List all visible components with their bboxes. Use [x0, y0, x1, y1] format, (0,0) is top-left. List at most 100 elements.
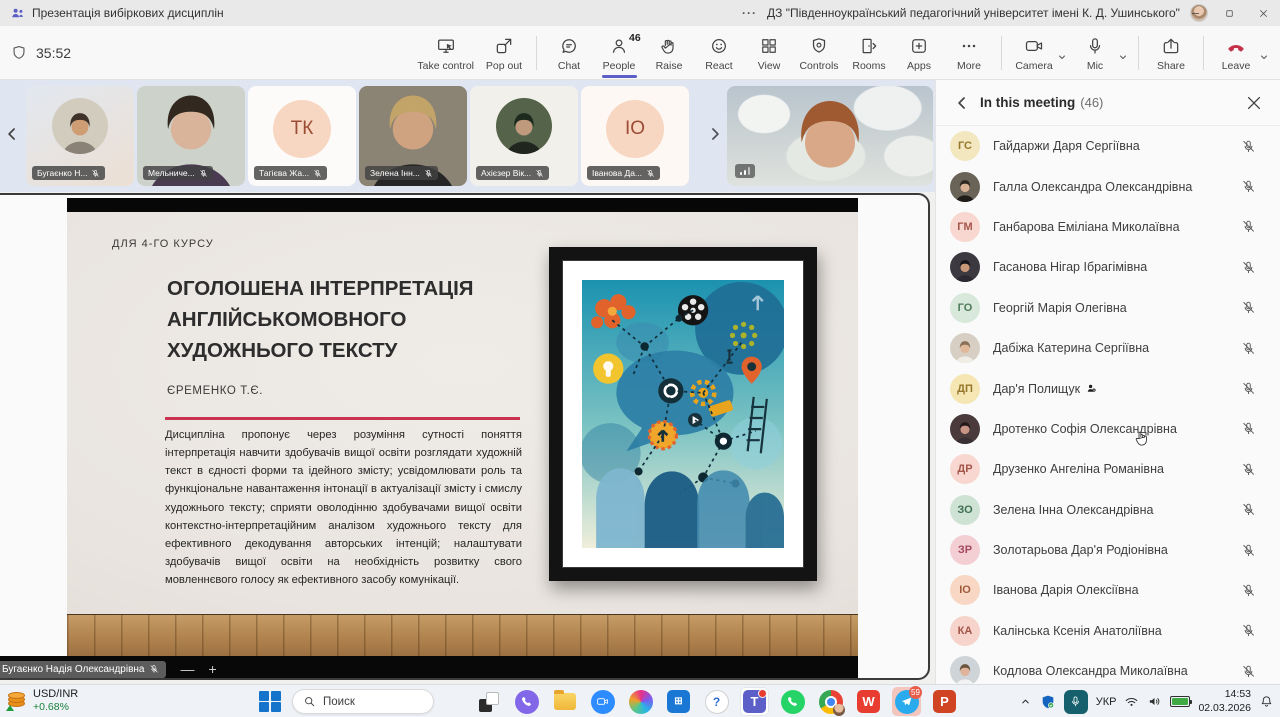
participant-list: ГС Гайдаржи Даря Сергіївна Галла Олексан… [936, 126, 1280, 684]
video-tile[interactable]: Бугаєнко Н... [26, 86, 134, 186]
widget-pair: USD/INR [33, 688, 78, 701]
mic-muted-icon [1241, 462, 1256, 477]
video-tile[interactable]: ІО Іванова Да... [581, 86, 689, 186]
active-speaker-video[interactable] [727, 86, 933, 186]
presenter-name-label: Бугаєнко Надія Олександрівна [0, 661, 166, 678]
video-tile[interactable]: Ахієзер Вік... [470, 86, 578, 186]
toolbar-button-chat[interactable]: Chat [544, 26, 594, 80]
participant-row[interactable]: Гасанова Нігар Ібрагімівна [936, 247, 1280, 287]
strip-scroll-left-icon[interactable] [2, 124, 22, 144]
taskbar-app-whatsapp[interactable] [778, 687, 807, 716]
start-button[interactable] [258, 690, 282, 714]
presentation-slide: ДЛЯ 4-ГО КУРСУ ОГОЛОШЕНА ІНТЕРПРЕТАЦІЯ А… [67, 198, 858, 656]
notification-dot [758, 689, 767, 698]
zoom-out-button[interactable]: — [180, 662, 194, 676]
mic-muted-icon [313, 169, 322, 178]
toolbar-button-share[interactable]: Share [1146, 26, 1196, 80]
zoom-in-button[interactable]: + [208, 662, 216, 676]
participant-photo-avatar [950, 252, 980, 282]
language-indicator[interactable]: УКР [1096, 696, 1117, 708]
tray-mic-button[interactable] [1064, 690, 1088, 714]
speaker-icon[interactable] [1147, 694, 1162, 709]
toolbar-button-pop-out[interactable]: Pop out [479, 26, 529, 80]
taskbar-app-viber[interactable] [512, 687, 541, 716]
windows-taskbar: USD/INR +0.68% Поиск [0, 684, 1280, 717]
taskbar-app-copilot[interactable] [626, 687, 655, 716]
taskbar-clock[interactable]: 14:53 02.03.2026 [1198, 688, 1251, 715]
person-silhouette [950, 172, 980, 202]
minimize-button[interactable] [1178, 0, 1212, 26]
toolbar-divider [536, 36, 537, 70]
notifications-bell-icon[interactable] [1259, 694, 1274, 709]
participant-row[interactable]: Кодлова Олександра Миколаївна [936, 651, 1280, 684]
shared-screen-viewport[interactable]: ДЛЯ 4-ГО КУРСУ ОГОЛОШЕНА ІНТЕРПРЕТАЦІЯ А… [0, 193, 930, 680]
taskbar-app-teams[interactable]: T [740, 687, 769, 716]
participant-row[interactable]: ГМ Ганбарова Еміліана Миколаївна [936, 207, 1280, 247]
mic-muted-icon [1241, 421, 1256, 436]
participant-row[interactable]: КА Калінська Ксенія Анатоліївна [936, 611, 1280, 651]
toolbar-button-rooms[interactable]: Rooms [844, 26, 894, 80]
participant-row[interactable]: ЗО Зелена Інна Олександрівна [936, 490, 1280, 530]
communication-illustration [582, 280, 784, 548]
participant-initials-avatar: ІО [950, 575, 980, 605]
participant-row[interactable]: ГС Гайдаржи Даря Сергіївна [936, 126, 1280, 166]
toolbar-button-camera[interactable]: Camera [1009, 26, 1059, 80]
strip-scroll-right-icon[interactable] [705, 124, 725, 144]
hidden-icons-chevron[interactable] [1019, 695, 1032, 708]
share-stage: ДЛЯ 4-ГО КУРСУ ОГОЛОШЕНА ІНТЕРПРЕТАЦІЯ А… [0, 192, 935, 684]
video-tile[interactable]: ТК Тагієва Жа... [248, 86, 356, 186]
taskbar-app-store[interactable]: ⊞ [664, 687, 693, 716]
video-tile[interactable]: Мельниче... [137, 86, 245, 186]
toolbar-button-take-control[interactable]: Take control [412, 26, 479, 80]
taskbar-app-telegram[interactable]: 59 [892, 687, 921, 716]
person-silhouette [950, 414, 980, 444]
toolbar-button-controls[interactable]: Controls [794, 26, 844, 80]
participant-row[interactable]: Галла Олександра Олександрівна [936, 166, 1280, 206]
panel-close-icon[interactable] [1244, 93, 1264, 113]
tile-name-label: Зелена Інн... [365, 166, 438, 180]
taskbar-widget[interactable]: USD/INR +0.68% [6, 688, 78, 714]
person-silhouette [52, 98, 108, 154]
battery-icon[interactable] [1170, 696, 1190, 707]
taskbar-app-task-view[interactable] [474, 687, 503, 716]
taskbar-app-help[interactable]: ? [702, 687, 731, 716]
participant-row[interactable]: ІО Іванова Дарія Олексіївна [936, 570, 1280, 610]
taskbar-search[interactable]: Поиск [292, 689, 434, 714]
taskbar-app-explorer[interactable] [550, 687, 579, 716]
taskbar-app-powerpoint[interactable]: P [930, 687, 959, 716]
participant-initials-avatar: ЗР [950, 535, 980, 565]
toolbar-button-react[interactable]: React [694, 26, 744, 80]
taskbar-app-chrome[interactable] [816, 687, 845, 716]
restore-button[interactable] [1212, 0, 1246, 26]
toolbar-divider [1138, 36, 1139, 70]
mic-muted-icon [1241, 260, 1256, 275]
defender-icon[interactable] [1040, 694, 1056, 710]
wifi-icon[interactable] [1124, 694, 1139, 709]
mic-muted-icon [1241, 381, 1256, 396]
taskbar-app-wps[interactable]: W [854, 687, 883, 716]
participants-panel: In this meeting (46) ГС Гайдаржи Даря Се… [935, 80, 1280, 684]
participant-row[interactable]: ГО Георгій Марія Олегівна [936, 288, 1280, 328]
participant-row[interactable]: Дротенко Софія Олександрівна [936, 409, 1280, 449]
toolbar-button-view[interactable]: View [744, 26, 794, 80]
toolbar-button-mic[interactable]: Mic [1070, 26, 1120, 80]
participant-row[interactable]: ЗР Золотарьова Дар'я Родіонівна [936, 530, 1280, 570]
participant-row[interactable]: ДР Друзенко Ангеліна Романівна [936, 449, 1280, 489]
participant-initials-avatar: ДР [950, 454, 980, 484]
teams-meeting-window: Презентація вибіркових дисциплін ··· ДЗ … [0, 0, 1280, 717]
participant-row[interactable]: ДП Дар'я Полищук [936, 368, 1280, 408]
toolbar-button-more[interactable]: More [944, 26, 994, 80]
mic-muted-icon [199, 169, 208, 178]
panel-back-icon[interactable] [952, 93, 972, 113]
participant-photo-avatar [950, 656, 980, 684]
toolbar-button-apps[interactable]: Apps [894, 26, 944, 80]
titlebar-more-icon[interactable]: ··· [742, 6, 757, 20]
toolbar-button-raise[interactable]: Raise [644, 26, 694, 80]
close-window-button[interactable] [1246, 0, 1280, 26]
video-tile[interactable]: Зелена Інн... [359, 86, 467, 186]
participant-row[interactable]: Дабіжа Катерина Сергіївна [936, 328, 1280, 368]
taskbar-app-zoom[interactable] [588, 687, 617, 716]
mic-muted-icon [1241, 341, 1256, 356]
toolbar-button-leave[interactable]: Leave [1211, 26, 1261, 80]
toolbar-button-people[interactable]: 46 People [594, 26, 644, 80]
